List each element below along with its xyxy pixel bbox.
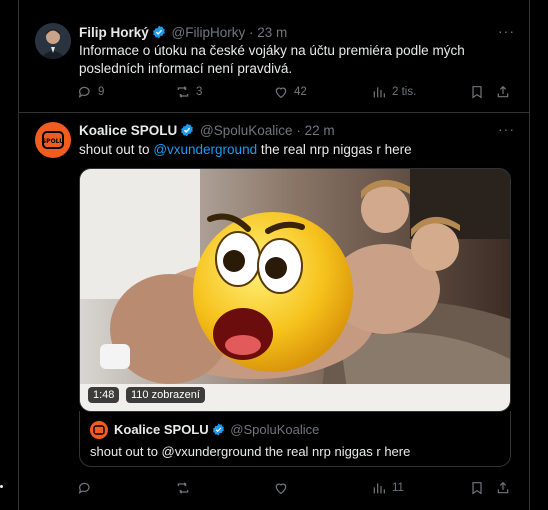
- bookmark-button[interactable]: [469, 84, 485, 100]
- share-icon: [497, 481, 509, 494]
- video-player[interactable]: 1:48 110 zobrazení: [79, 168, 511, 412]
- retweet-button[interactable]: 3: [175, 84, 202, 100]
- shocked-emoji: [193, 212, 353, 372]
- views-button[interactable]: 11: [371, 480, 404, 496]
- share-icon: [497, 85, 509, 98]
- quoted-handle[interactable]: @SpoluKoalice: [230, 422, 319, 437]
- handle[interactable]: @FilipHorky: [172, 25, 246, 40]
- views-icon: [373, 87, 385, 98]
- avatar[interactable]: [35, 23, 71, 59]
- views-button[interactable]: 2 tis.: [371, 84, 416, 100]
- reply-count: 9: [98, 86, 105, 98]
- tweet[interactable]: Filip Horký @FilipHorky · 23 m ··· Infor…: [19, 0, 529, 113]
- views-count: 11: [392, 482, 404, 494]
- timestamp[interactable]: · 22 m: [296, 123, 334, 138]
- video-thumbnail: [80, 169, 510, 411]
- handle[interactable]: @SpoluKoalice: [200, 123, 293, 138]
- more-icon[interactable]: ···: [498, 23, 515, 39]
- like-button[interactable]: [273, 480, 294, 496]
- tweet-header: Filip Horký @FilipHorky · 23 m: [79, 25, 287, 42]
- share-button[interactable]: [495, 84, 511, 100]
- svg-text:SPOLU: SPOLU: [42, 138, 64, 145]
- verified-icon: [180, 123, 194, 140]
- reply-button[interactable]: [77, 480, 98, 496]
- tweet[interactable]: SPOLU Koalice SPOLU @SpoluKoalice · 22 m…: [19, 113, 529, 510]
- retweet-count: 3: [196, 86, 203, 98]
- avatar[interactable]: SPOLU: [35, 122, 71, 158]
- action-bar: 11: [77, 480, 517, 500]
- like-button[interactable]: 42: [273, 84, 307, 100]
- display-name[interactable]: Koalice SPOLU: [79, 123, 177, 138]
- tweet-text: shout out to @vxunderground the real nrp…: [79, 141, 509, 159]
- more-icon[interactable]: ···: [498, 121, 515, 137]
- share-button[interactable]: [495, 480, 511, 496]
- avatar-photo: [35, 23, 71, 59]
- text-part: shout out to: [79, 142, 154, 157]
- spolu-logo: SPOLU: [42, 131, 64, 149]
- spolu-logo-small: [93, 425, 105, 435]
- bookmark-button[interactable]: [469, 480, 485, 496]
- quoted-avatar[interactable]: [90, 421, 108, 439]
- bookmark-icon: [472, 86, 482, 99]
- video-views: 110 zobrazení: [126, 387, 205, 403]
- reply-icon: [78, 482, 90, 494]
- views-icon: [373, 483, 385, 494]
- edge-dot: [0, 485, 3, 488]
- video-duration: 1:48: [88, 387, 120, 403]
- verified-icon: [212, 423, 225, 439]
- tweet-header: Koalice SPOLU @SpoluKoalice · 22 m: [79, 123, 335, 140]
- mention-link[interactable]: @vxunderground: [153, 142, 257, 157]
- like-icon: [275, 87, 287, 99]
- quoted-display-name[interactable]: Koalice SPOLU: [114, 422, 209, 437]
- timeline: Filip Horký @FilipHorky · 23 m ··· Infor…: [18, 0, 530, 510]
- retweet-button[interactable]: [175, 480, 196, 496]
- tweet-text: Informace o útoku na české vojáky na účt…: [79, 43, 465, 76]
- quoted-text: shout out to @vxunderground the real nrp…: [90, 444, 411, 459]
- retweet-icon: [177, 482, 189, 494]
- action-bar: 9 3 42 2 tis.: [77, 84, 517, 104]
- quoted-header: Koalice SPOLU @SpoluKoalice: [114, 422, 319, 439]
- display-name[interactable]: Filip Horký: [79, 25, 149, 40]
- quoted-tweet[interactable]: Koalice SPOLU @SpoluKoalice shout out to…: [79, 411, 511, 467]
- retweet-icon: [177, 86, 189, 98]
- reply-button[interactable]: 9: [77, 84, 104, 100]
- reply-icon: [78, 86, 90, 98]
- timestamp[interactable]: · 23 m: [249, 25, 287, 40]
- like-icon: [275, 483, 287, 495]
- text-part: the real nrp niggas r here: [257, 142, 412, 157]
- views-count: 2 tis.: [392, 86, 417, 98]
- like-count: 42: [294, 86, 307, 98]
- bookmark-icon: [472, 482, 482, 495]
- verified-icon: [152, 25, 166, 42]
